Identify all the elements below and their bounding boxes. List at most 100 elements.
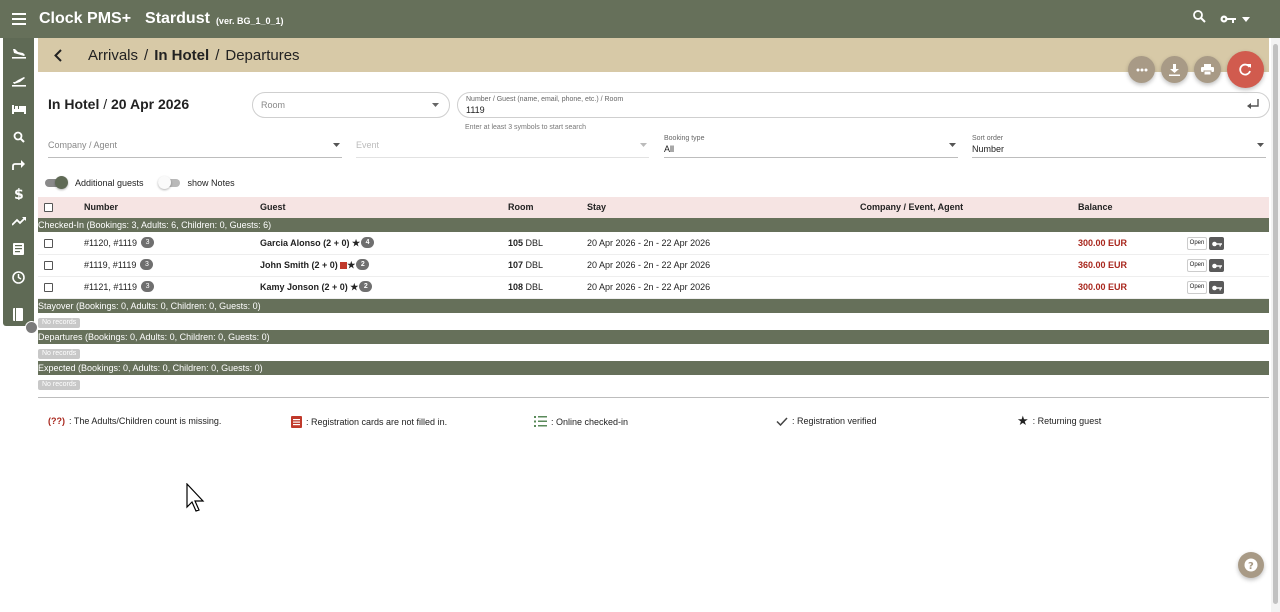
page-title: In Hotel / 20 Apr 2026 [48, 96, 189, 112]
show-notes-toggle[interactable] [157, 176, 181, 189]
no-records-badge: No records [38, 349, 81, 359]
clock-icon[interactable] [3, 263, 34, 291]
breadcrumb: Arrivals / In Hotel / Departures [38, 38, 1269, 72]
menu-icon[interactable] [0, 0, 38, 38]
group-expected: Expected (Bookings: 0, Adults: 0, Childr… [38, 361, 1269, 375]
row-checkbox[interactable] [44, 239, 53, 248]
event-placeholder: Event [356, 140, 380, 150]
booking-number-text: #1120, #1119 [84, 238, 138, 248]
search-label: Number / Guest (name, email, phone, etc.… [466, 96, 624, 103]
search-input[interactable] [466, 105, 1166, 115]
table-row[interactable]: #1120, #1119 3 Garcia Alonso (2 + 0) ★ 4 1… [38, 233, 1269, 255]
bed-icon[interactable] [3, 95, 34, 123]
table-row[interactable]: #1119, #1119 3 John Smith (2 + 0) ★ 2 107 … [38, 255, 1269, 277]
breadcrumb-departures[interactable]: Departures [225, 47, 299, 64]
registration-card-icon [291, 416, 302, 428]
breadcrumb-arrivals[interactable]: Arrivals [88, 47, 138, 64]
dollar-icon[interactable]: $ [3, 179, 34, 207]
table-row[interactable]: #1121, #1119 3 Kamy Jonson (2 + 0) ★ 2 108… [38, 277, 1269, 299]
stay-cell: 20 Apr 2026 - 2n - 22 Apr 2026 [587, 260, 711, 270]
download-button[interactable] [1161, 56, 1188, 83]
room-type: DBL [525, 282, 544, 292]
room-placeholder: Room [261, 100, 286, 110]
book-icon[interactable] [3, 235, 34, 263]
app-name: Clock PMS+ [39, 10, 132, 27]
booking-number[interactable]: #1120, #1119 3 [84, 237, 155, 249]
key-button[interactable] [1209, 259, 1224, 272]
plane-takeoff-icon[interactable] [3, 67, 34, 95]
more-icon [1136, 68, 1147, 71]
booking-count-badge: 3 [140, 259, 154, 271]
key-button[interactable] [1209, 237, 1224, 250]
room-cell: 108 DBL [508, 282, 543, 292]
print-icon [1201, 64, 1214, 75]
page-title-slash: / [103, 96, 108, 112]
breadcrumb-in-hotel[interactable]: In Hotel [154, 47, 209, 64]
page-scrollbar[interactable] [1271, 38, 1280, 612]
enter-icon[interactable] [1247, 99, 1259, 110]
row-checkbox[interactable] [44, 283, 53, 292]
open-button[interactable]: Open [1187, 259, 1207, 272]
booking-number[interactable]: #1121, #1119 3 [84, 281, 155, 293]
event-select[interactable]: Event [356, 134, 649, 158]
search-icon[interactable] [3, 123, 34, 151]
col-stay[interactable]: Stay [587, 202, 606, 212]
legend-reg-cards-text: : Registration cards are not filled in. [306, 417, 448, 427]
company-placeholder: Company / Agent [48, 140, 118, 150]
col-number[interactable]: Number [84, 202, 118, 212]
returning-guest-icon: ★ [351, 238, 361, 248]
key-button[interactable] [1209, 281, 1224, 294]
guest-cell[interactable]: Kamy Jonson (2 + 0) ★ 2 [260, 281, 373, 293]
col-guest[interactable]: Guest [260, 202, 286, 212]
checkmark-icon [776, 416, 788, 426]
svg-text:$: $ [14, 187, 23, 200]
col-room[interactable]: Room [508, 202, 534, 212]
sort-order-value: Number [972, 144, 1005, 154]
account-menu[interactable] [1220, 14, 1250, 24]
more-button[interactable] [1128, 56, 1155, 83]
guest-cell[interactable]: Garcia Alonso (2 + 0) ★ 4 [260, 237, 375, 249]
plane-landing-icon[interactable] [3, 39, 34, 67]
booking-number[interactable]: #1119, #1119 3 [84, 259, 154, 271]
mouse-cursor-icon [186, 483, 205, 512]
room-cell: 105 DBL [508, 238, 543, 248]
forward-arrow-icon[interactable] [3, 151, 34, 179]
search-hint: Enter at least 3 symbols to start search [465, 124, 586, 131]
caret-down-icon [640, 143, 647, 147]
print-button[interactable] [1194, 56, 1221, 83]
guest-name: Garcia Alonso (2 + 0) [260, 238, 350, 248]
help-button[interactable]: ? [1238, 552, 1264, 578]
key-icon [1211, 263, 1222, 268]
balance-cell: 300.00 EUR [1078, 238, 1128, 248]
group-stayover: Stayover (Bookings: 0, Adults: 0, Childr… [38, 299, 1269, 313]
select-all-checkbox[interactable] [44, 203, 53, 212]
sidebar-help-icon[interactable] [25, 321, 38, 334]
guest-cell[interactable]: John Smith (2 + 0) ★ 2 [260, 259, 370, 271]
room-select[interactable]: Room [252, 92, 450, 118]
key-icon [1211, 241, 1222, 246]
sort-order-select[interactable]: Sort order Number [972, 134, 1266, 158]
additional-guests-toggle[interactable] [45, 176, 68, 189]
star-icon: ★ [1017, 413, 1029, 428]
sort-order-label: Sort order [972, 135, 1004, 142]
legend-registration-cards: : Registration cards are not filled in. [291, 416, 447, 428]
page-title-text: In Hotel [48, 96, 100, 112]
balance-cell: 300.00 EUR [1078, 282, 1128, 292]
room-cell: 107 DBL [508, 260, 543, 270]
refresh-button[interactable] [1227, 51, 1264, 88]
row-checkbox[interactable] [44, 261, 53, 270]
col-balance[interactable]: Balance [1078, 202, 1113, 212]
booking-type-select[interactable]: Booking type All [664, 134, 958, 158]
back-arrow-icon[interactable] [40, 38, 76, 72]
scrollbar-thumb[interactable] [1273, 44, 1278, 604]
search-icon[interactable] [1193, 10, 1206, 28]
property-name: Stardust [145, 10, 210, 27]
trending-up-icon[interactable] [3, 207, 34, 235]
open-button[interactable]: Open [1187, 281, 1207, 294]
guest-count-badge: 2 [359, 281, 373, 293]
company-agent-select[interactable]: Company / Agent [48, 134, 342, 158]
col-company[interactable]: Company / Event, Agent [860, 202, 963, 212]
room-number: 108 [508, 282, 524, 292]
breadcrumb-separator: / [215, 46, 220, 64]
open-button[interactable]: Open [1187, 237, 1207, 250]
